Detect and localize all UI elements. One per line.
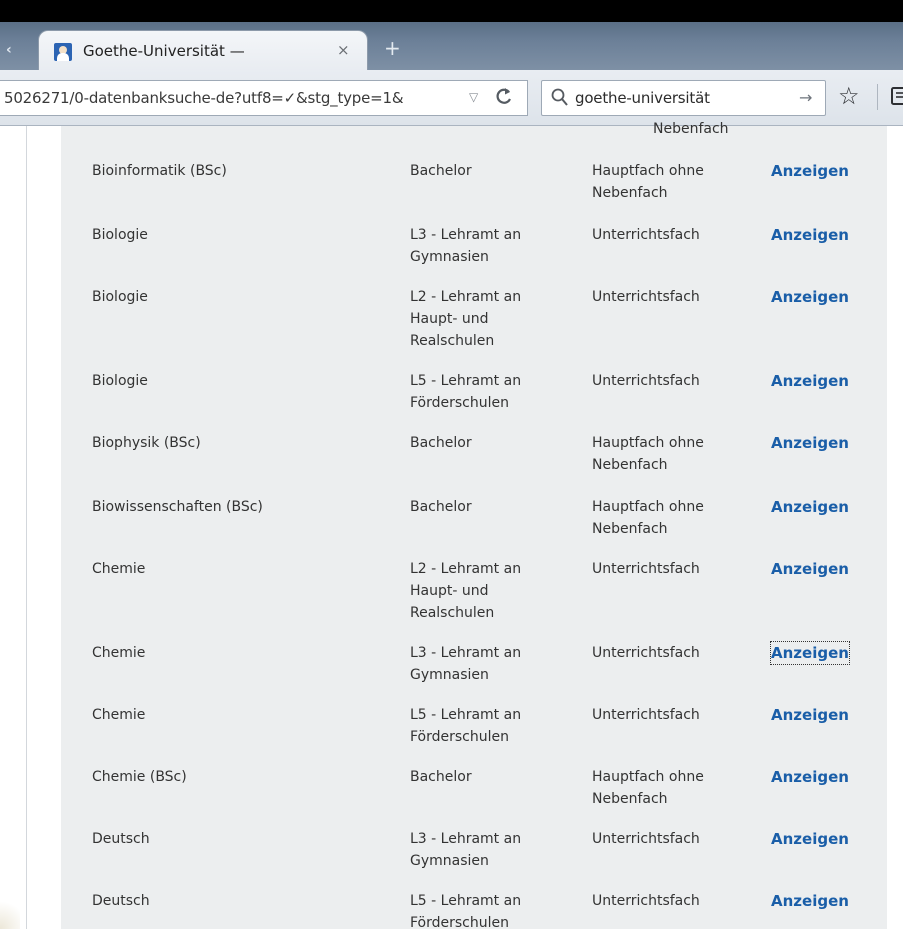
subject-type-label: Unterrichtsfach — [592, 645, 700, 661]
tab-strip: ‹ Goethe-Universität — × + — [0, 22, 903, 72]
search-go-icon[interactable]: → — [799, 88, 812, 107]
study-program-name: Biologie — [92, 289, 148, 305]
search-input[interactable]: goethe-universität — [575, 89, 710, 107]
person-portrait-icon — [54, 43, 72, 61]
study-program-name: Biologie — [92, 227, 148, 243]
subject-type-label: Hauptfach ohne Nebenfach — [592, 769, 704, 807]
subject-type-label: Unterrichtsfach — [592, 227, 700, 243]
degree-label: Bachelor — [410, 769, 472, 785]
navigation-toolbar: 5026271/0-datenbanksuche-de?utf8=✓&stg_t… — [0, 70, 903, 126]
subject-type-label: Unterrichtsfach — [592, 707, 700, 723]
degree-label: L5 - Lehramt an Förderschulen — [410, 707, 522, 745]
history-dropdown-icon[interactable]: ▽ — [469, 90, 478, 104]
degree-label: L3 - Lehramt an Gymnasien — [410, 831, 522, 869]
desktop-corner — [0, 895, 20, 929]
subject-type-label: Hauptfach ohne Nebenfach — [592, 435, 704, 473]
subject-type-label: Unterrichtsfach — [592, 373, 700, 389]
page-content: Nebenfach Bioinformatik (BSc) Bachelor Hau… — [0, 121, 903, 931]
show-details-link[interactable]: Anzeigen — [771, 496, 849, 518]
tab-scroll-left-icon[interactable]: ‹ — [0, 32, 40, 68]
search-bar[interactable]: goethe-universität → — [541, 80, 826, 116]
window-top-bar — [0, 0, 903, 22]
subject-type-label: Unterrichtsfach — [592, 561, 700, 577]
degree-label: L3 - Lehramt an Gymnasien — [410, 227, 522, 265]
subject-type-label: Unterrichtsfach — [592, 893, 700, 909]
search-icon — [550, 86, 570, 108]
tab-title: Goethe-Universität — — [83, 42, 245, 60]
toolbar-divider — [877, 84, 878, 110]
study-program-name: Chemie (BSc) — [92, 769, 187, 785]
show-details-link[interactable]: Anzeigen — [771, 890, 849, 912]
show-details-link[interactable]: Anzeigen — [771, 558, 849, 580]
show-details-link[interactable]: Anzeigen — [771, 766, 849, 788]
subject-type-label: Unterrichtsfach — [592, 831, 700, 847]
show-details-link[interactable]: Anzeigen — [771, 160, 849, 182]
show-details-link[interactable]: Anzeigen — [771, 370, 849, 392]
subject-type-label: Unterrichtsfach — [592, 289, 700, 305]
study-program-name: Biowissenschaften (BSc) — [92, 499, 263, 515]
show-details-link[interactable]: Anzeigen — [770, 641, 850, 665]
degree-label: L2 - Lehramt an Haupt- und Realschulen — [410, 561, 522, 621]
degree-label: L5 - Lehramt an Förderschulen — [410, 893, 522, 931]
study-program-name: Chemie — [92, 707, 146, 723]
study-program-name: Biophysik (BSc) — [92, 435, 201, 451]
degree-label: Bachelor — [410, 499, 472, 515]
show-details-link[interactable]: Anzeigen — [771, 224, 849, 246]
subject-type-label: Hauptfach ohne Nebenfach — [592, 163, 704, 201]
reload-icon[interactable] — [494, 86, 514, 113]
show-details-link[interactable]: Anzeigen — [771, 286, 849, 308]
study-program-name: Chemie — [92, 561, 146, 577]
study-program-name: Biologie — [92, 373, 148, 389]
degree-label: L3 - Lehramt an Gymnasien — [410, 645, 522, 683]
study-program-name: Chemie — [92, 645, 146, 661]
bookmarks-menu-icon[interactable] — [890, 86, 903, 106]
close-tab-icon[interactable]: × — [337, 41, 350, 59]
clipped-row-text: Nebenfach — [653, 121, 729, 137]
address-bar-url[interactable]: 5026271/0-datenbanksuche-de?utf8=✓&stg_t… — [4, 89, 404, 107]
study-program-name: Deutsch — [92, 831, 150, 847]
study-program-name: Deutsch — [92, 893, 150, 909]
subject-type-label: Hauptfach ohne Nebenfach — [592, 499, 704, 537]
show-details-link[interactable]: Anzeigen — [771, 828, 849, 850]
address-bar[interactable]: 5026271/0-datenbanksuche-de?utf8=✓&stg_t… — [0, 80, 528, 116]
degree-label: Bachelor — [410, 163, 472, 179]
bookmark-star-icon[interactable]: ☆ — [838, 83, 860, 109]
degree-label: L2 - Lehramt an Haupt- und Realschulen — [410, 289, 522, 349]
browser-tab[interactable]: Goethe-Universität — × — [38, 30, 368, 72]
new-tab-button[interactable]: + — [384, 38, 401, 58]
degree-label: Bachelor — [410, 435, 472, 451]
show-details-link[interactable]: Anzeigen — [771, 704, 849, 726]
page-left-border — [26, 126, 27, 929]
degree-label: L5 - Lehramt an Förderschulen — [410, 373, 522, 411]
show-details-link[interactable]: Anzeigen — [771, 432, 849, 454]
study-program-name: Bioinformatik (BSc) — [92, 163, 227, 179]
